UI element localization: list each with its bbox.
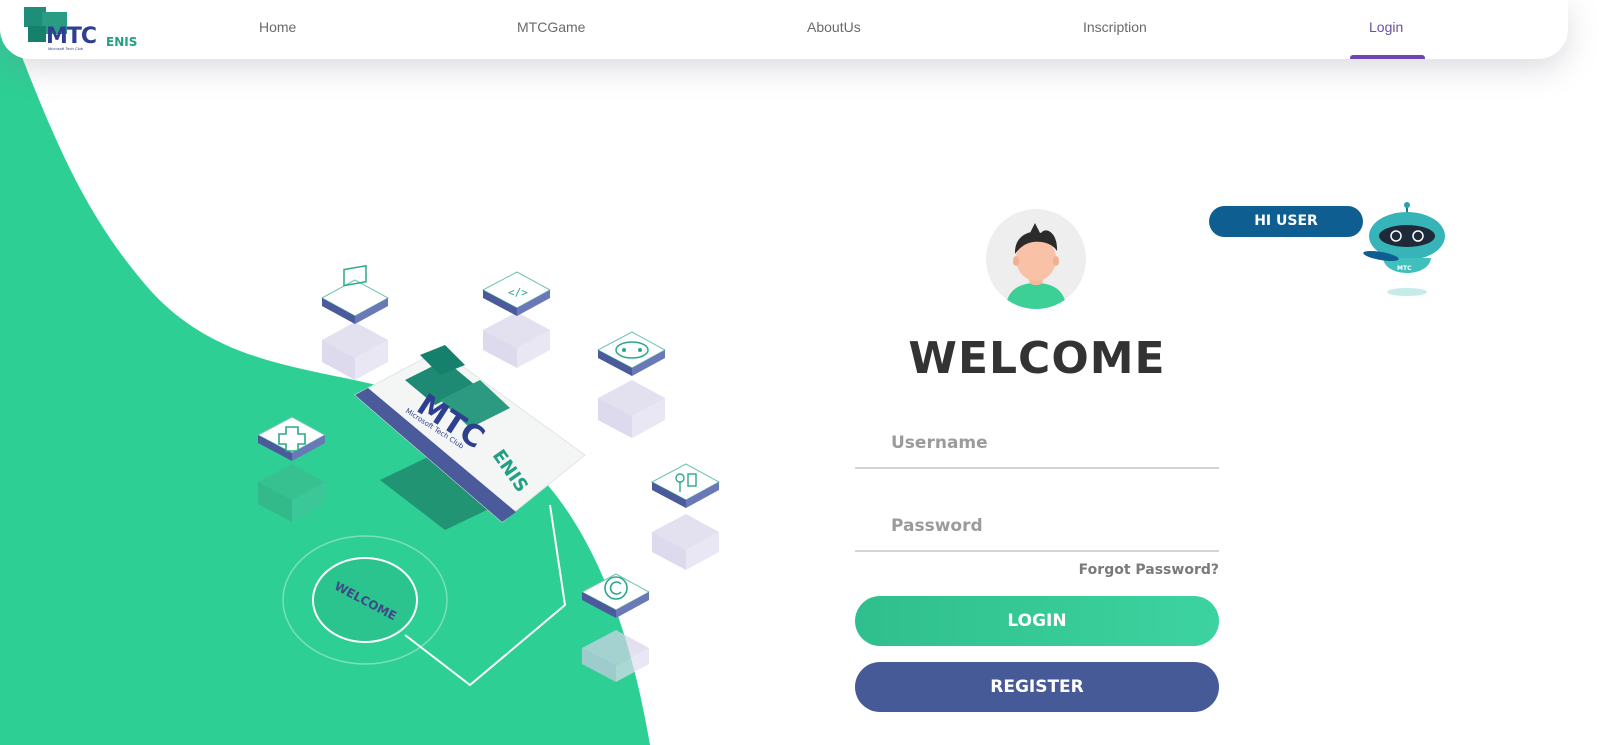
tile-medical: [256, 416, 327, 522]
nav-active-indicator: [1350, 55, 1425, 59]
tile-gamepad: [596, 331, 667, 438]
robot-body-text: MTC: [1397, 265, 1412, 272]
tile-network: [650, 463, 721, 570]
logo-suffix: ENIS: [106, 35, 138, 49]
welcome-title: WELCOME: [908, 333, 1166, 384]
nav-home[interactable]: Home: [259, 19, 296, 35]
avatar-icon: [1006, 223, 1066, 309]
robot-mascot: HI USER MTC: [1205, 200, 1465, 310]
username-input[interactable]: [855, 419, 1219, 469]
tile-copyright: [580, 573, 651, 682]
login-button[interactable]: LOGIN: [855, 596, 1219, 646]
tile-code: </>: [481, 271, 552, 368]
nav-aboutus[interactable]: AboutUs: [807, 19, 861, 35]
forgot-password-link[interactable]: Forgot Password?: [855, 562, 1219, 578]
nav-inscription[interactable]: Inscription: [1083, 19, 1147, 35]
user-avatar: [986, 209, 1086, 309]
code-icon: </>: [508, 286, 528, 299]
logo-subtitle: Microsoft Tech Club: [48, 46, 84, 51]
nav-mtcgame[interactable]: MTCGame: [517, 19, 585, 35]
mtc-logo[interactable]: MTC ENIS Microsoft Tech Club: [20, 4, 142, 52]
password-input[interactable]: [855, 502, 1219, 552]
tile-ui-layout: [320, 264, 390, 380]
welcome-badge: WELCOME: [282, 504, 567, 687]
register-button[interactable]: REGISTER: [855, 662, 1219, 712]
isometric-illustration: WELCOME MTC ENIS Microsoft Tech Club </>: [256, 264, 721, 687]
nav-login[interactable]: Login: [1369, 19, 1403, 35]
robot-icon: MTC: [1353, 202, 1445, 296]
logo-square: [28, 26, 46, 42]
navbar: MTC ENIS Microsoft Tech Club Home MTCGam…: [0, 0, 1568, 59]
